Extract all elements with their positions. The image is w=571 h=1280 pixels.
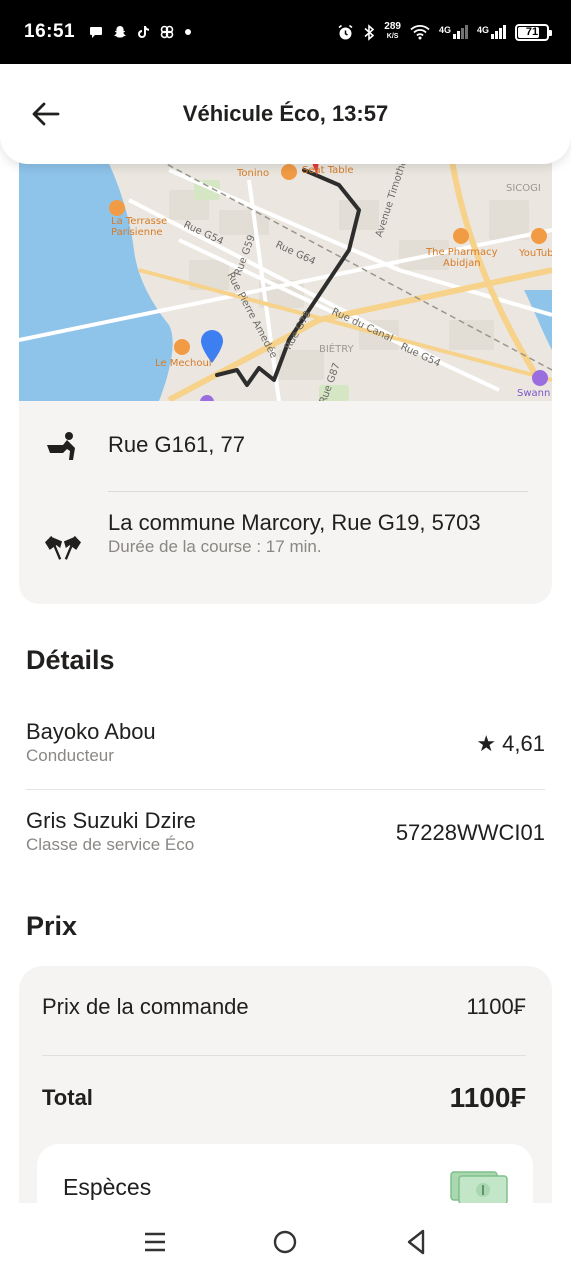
page-title: Véhicule Éco, 13:57 bbox=[182, 101, 389, 126]
net-speed-unit: K/S bbox=[386, 33, 399, 40]
order-price-value: 1100₣ bbox=[466, 994, 526, 1019]
total-value: 1100₣ bbox=[449, 1082, 526, 1113]
back-button[interactable] bbox=[24, 92, 68, 136]
pickup-address: Rue G161, 77 bbox=[108, 432, 245, 457]
snapchat-icon bbox=[114, 26, 127, 38]
status-time: 16:51 bbox=[24, 21, 76, 42]
pickup-person-icon bbox=[45, 428, 81, 464]
dot-icon bbox=[185, 29, 192, 35]
payment-method-label: Espèces bbox=[63, 1174, 152, 1200]
total-label: Total bbox=[42, 1085, 93, 1110]
tiktok-icon bbox=[138, 26, 150, 38]
driver-name: Bayoko Abou bbox=[26, 719, 156, 744]
driver-row[interactable]: Bayoko Abou Conducteur ★ 4,61 bbox=[26, 719, 545, 769]
signal-icon-2: 4G bbox=[477, 25, 506, 39]
order-price-label: Prix de la commande bbox=[42, 994, 249, 1019]
order-price-row: Prix de la commande 1100₣ bbox=[42, 994, 526, 1020]
battery-icon: 71 bbox=[515, 23, 552, 41]
net-speed: 289 K/S bbox=[384, 22, 401, 42]
map-label: YouTub bbox=[519, 248, 552, 259]
driver-rating: ★ 4,61 bbox=[476, 731, 545, 756]
cash-icon bbox=[450, 1171, 508, 1205]
alarm-icon bbox=[338, 24, 353, 39]
map-label: Seat Table bbox=[302, 165, 354, 176]
driver-role: Conducteur bbox=[26, 746, 114, 765]
back-arrow-icon bbox=[32, 102, 60, 126]
price-title: Prix bbox=[26, 911, 78, 941]
back-triangle-icon bbox=[407, 1229, 425, 1254]
map-label: BIÉTRY bbox=[319, 344, 354, 355]
system-back-button[interactable] bbox=[392, 1218, 440, 1266]
bluetooth-icon bbox=[364, 23, 375, 41]
wifi-icon bbox=[410, 25, 430, 40]
price-divider bbox=[42, 1055, 526, 1056]
details-divider bbox=[26, 789, 545, 790]
map-label: La Terrasse bbox=[111, 216, 168, 227]
map-label: SICOGI bbox=[506, 183, 541, 194]
net-speed-value: 289 bbox=[384, 21, 401, 32]
map-label: Tonino bbox=[237, 168, 270, 179]
map-label: Le Mechoui bbox=[155, 358, 212, 369]
license-plate: 57228WWCI01 bbox=[395, 820, 545, 845]
route-map[interactable]: Tonino Seat Table SICOGI La Terrasse Par… bbox=[19, 140, 552, 401]
notification-icons bbox=[89, 25, 192, 39]
details-title: Détails bbox=[26, 645, 115, 675]
menu-icon bbox=[145, 1232, 166, 1251]
map-label: Abidjan bbox=[443, 258, 481, 269]
total-row: Total 1100₣ bbox=[42, 1082, 526, 1114]
destination-address: La commune Marcory, Rue G19, 5703 bbox=[108, 510, 481, 535]
signal-icon-1: 4G bbox=[439, 25, 468, 39]
map-label: The Pharmacy bbox=[426, 247, 498, 258]
ride-duration: Durée de la course : 17 min. bbox=[108, 537, 322, 556]
app-icon bbox=[160, 25, 174, 39]
home-button[interactable] bbox=[261, 1218, 309, 1266]
recent-apps-button[interactable] bbox=[131, 1218, 179, 1266]
battery-level: 71 bbox=[525, 26, 539, 38]
status-right: 289 K/S 4G 4G 71 bbox=[337, 22, 552, 42]
car-row[interactable]: Gris Suzuki Dzire Classe de service Éco … bbox=[26, 808, 545, 858]
route-divider bbox=[108, 491, 528, 492]
header: Véhicule Éco, 13:57 bbox=[0, 64, 571, 164]
signal-label-1: 4G bbox=[438, 25, 451, 35]
status-bar: 16:51 289 K/S 4G 4G 71 bbox=[0, 0, 571, 64]
map-label: Parisienne bbox=[111, 227, 163, 238]
checkered-flags-icon bbox=[45, 529, 81, 565]
chat-icon bbox=[90, 27, 103, 38]
route-card: Rue G161, 77 La commune Marcory, Rue G19… bbox=[19, 401, 552, 604]
system-nav-bar bbox=[0, 1203, 571, 1280]
map-label: Swann bbox=[517, 388, 551, 399]
home-circle-icon bbox=[274, 1230, 297, 1253]
signal-label-2: 4G bbox=[476, 25, 489, 35]
